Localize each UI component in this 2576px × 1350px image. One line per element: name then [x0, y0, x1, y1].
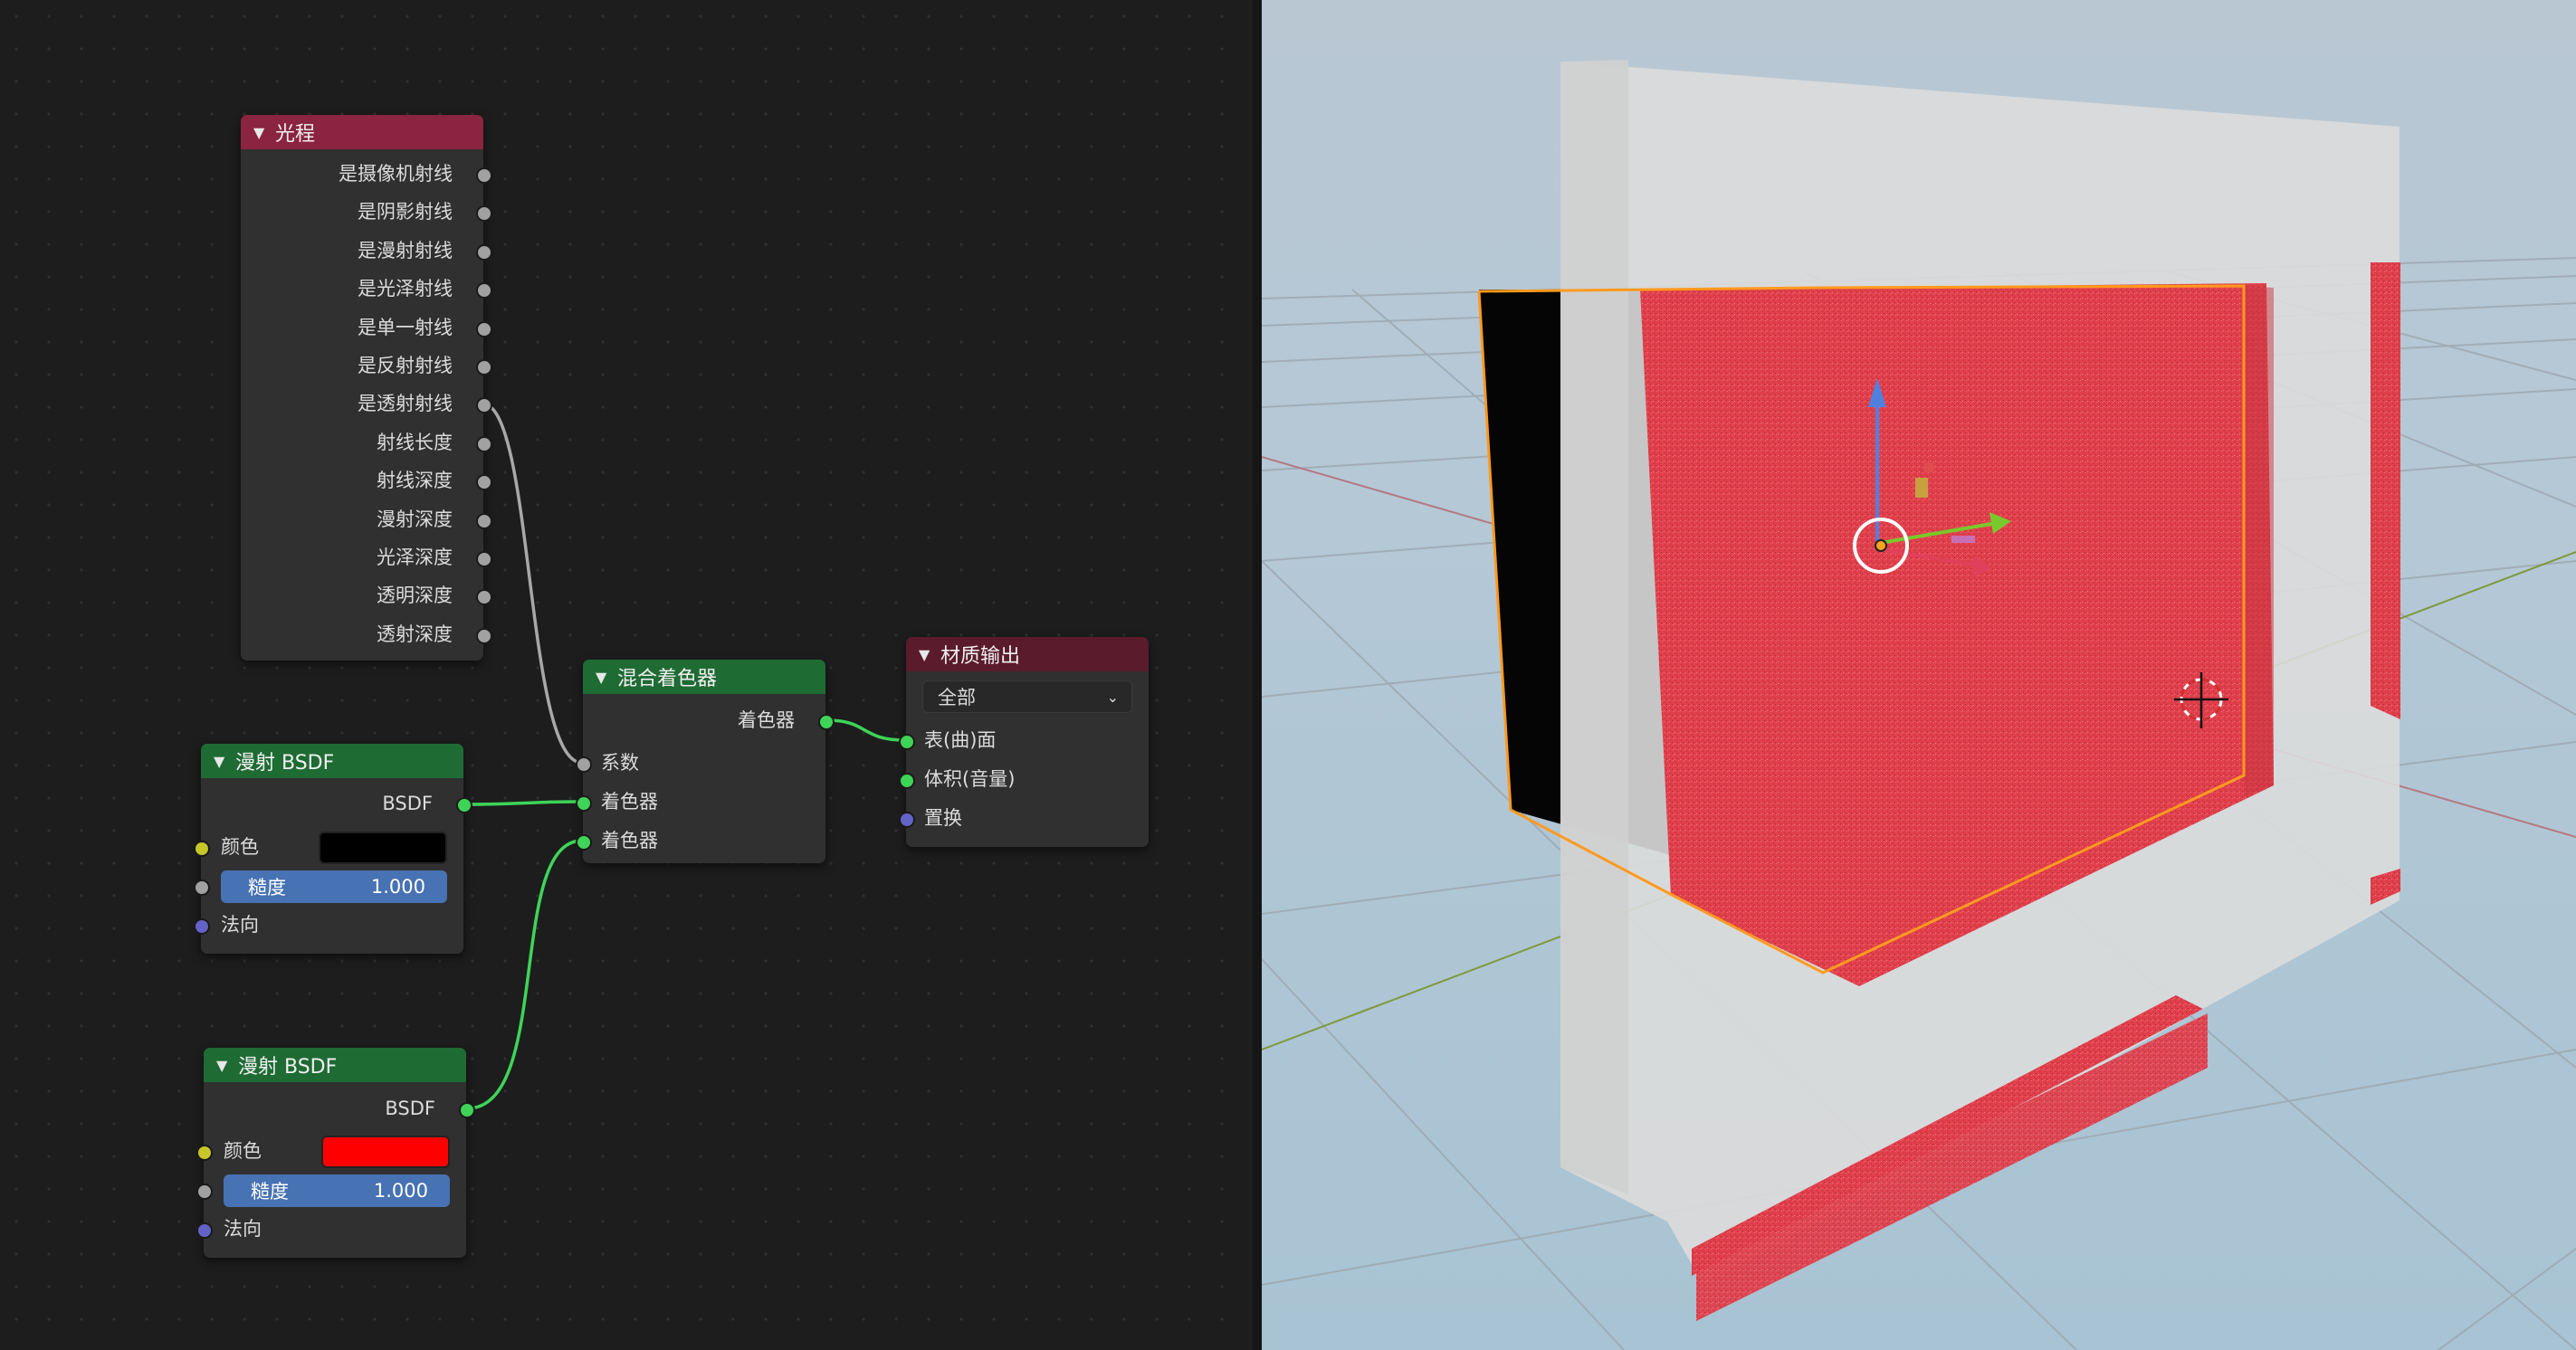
output-bsdf-socket[interactable]: [459, 1102, 475, 1118]
output-is-camera-ray-label: 是摄像机射线: [339, 163, 453, 185]
color-label: 颜色: [221, 836, 259, 858]
output-transmission-depth-socket[interactable]: [476, 627, 492, 644]
output-transparent-depth-label: 透明深度: [377, 585, 453, 607]
chevron-down-icon[interactable]: ▼: [214, 753, 235, 770]
output-is-transmission-ray-label: 是透射射线: [358, 393, 453, 415]
input-surface-label: 表(曲)面: [924, 729, 997, 751]
input-color-socket[interactable]: [196, 1145, 213, 1161]
node-header[interactable]: ▼ 光程: [241, 115, 483, 149]
output-is-diffuse-ray-label: 是漫射射线: [358, 239, 453, 261]
inner-cube-right-edge: [2244, 286, 2274, 796]
output-is-singular-ray-label: 是单一射线: [358, 316, 453, 338]
normal-label: 法向: [224, 1218, 262, 1240]
output-is-diffuse-ray-socket[interactable]: [476, 243, 492, 261]
input-displacement-label: 置换: [924, 807, 962, 829]
area-splitter[interactable]: [1253, 0, 1262, 1350]
color-swatch[interactable]: [321, 1136, 450, 1168]
link-light-path-to-factor[interactable]: [482, 402, 583, 765]
output-is-reflection-ray-socket[interactable]: [476, 359, 492, 376]
output-is-shadow-ray-label: 是阴影射线: [358, 201, 453, 223]
node-editor[interactable]: ▼ 光程 是摄像机射线是阴影射线是漫射射线是光泽射线是单一射线是反射射线是透射射…: [0, 0, 1253, 1350]
chevron-down-icon[interactable]: ▼: [919, 646, 940, 663]
output-glossy-depth-socket[interactable]: [476, 551, 492, 567]
output-is-glossy-ray-label: 是光泽射线: [358, 278, 453, 300]
roughness-label: 糙度: [251, 1181, 289, 1203]
output-transmission-depth-label: 透射深度: [377, 623, 453, 645]
normal-label: 法向: [221, 914, 259, 936]
input-roughness-socket[interactable]: [196, 1184, 213, 1200]
input-shader-label-1: 着色器: [601, 791, 658, 813]
input-normal-socket[interactable]: [196, 1222, 213, 1239]
output-shader-label: 着色器: [738, 709, 795, 731]
color-swatch[interactable]: [319, 832, 447, 864]
node-title: 漫射 BSDF: [235, 752, 335, 775]
node-header[interactable]: ▼ 材质输出: [906, 637, 1149, 671]
input-roughness-socket[interactable]: [194, 879, 210, 896]
output-bsdf-label: BSDF: [382, 793, 433, 814]
diffuse-bsdf-node-2[interactable]: ▼ 漫射 BSDF BSDF 颜色 糙度 1.000 法向: [196, 1048, 475, 1258]
color-label: 颜色: [224, 1140, 262, 1162]
output-glossy-depth-label: 光泽深度: [377, 547, 453, 568]
link-diffuse1-to-shader1[interactable]: [463, 800, 583, 806]
input-color-socket[interactable]: [194, 841, 210, 857]
render-target-value: 全部: [938, 687, 976, 708]
node-title: 材质输出: [940, 645, 1021, 668]
output-diffuse-depth-socket[interactable]: [476, 512, 492, 529]
render-target-dropdown[interactable]: 全部 ⌄: [922, 680, 1132, 713]
output-bsdf-label: BSDF: [385, 1098, 435, 1119]
output-bsdf-socket[interactable]: [456, 797, 472, 813]
output-ray-depth-label: 射线深度: [377, 470, 453, 492]
input-factor-socket[interactable]: [576, 756, 592, 773]
link-mix-to-surface[interactable]: [826, 718, 906, 742]
node-header[interactable]: ▼ 漫射 BSDF: [201, 744, 463, 778]
input-shader-socket-2[interactable]: [576, 834, 592, 851]
diffuse-bsdf-node-1[interactable]: ▼ 漫射 BSDF BSDF 颜色 糙度 1.000 法向: [194, 744, 472, 954]
output-diffuse-depth-label: 漫射深度: [377, 508, 453, 530]
red-sliver-right: [2371, 262, 2400, 719]
chevron-down-icon[interactable]: ▼: [216, 1057, 238, 1074]
mix-shader-node[interactable]: ▼ 混合着色器 着色器 系数 着色器 着色器: [576, 660, 835, 863]
input-factor-label: 系数: [601, 752, 639, 774]
output-ray-length-label: 射线长度: [377, 431, 453, 453]
input-volume-label: 体积(音量): [924, 768, 1016, 790]
node-title: 光程: [275, 123, 316, 146]
input-shader-label-2: 着色器: [601, 830, 658, 851]
input-surface-socket[interactable]: [899, 734, 915, 750]
light-path-node[interactable]: ▼ 光程 是摄像机射线是阴影射线是漫射射线是光泽射线是单一射线是反射射线是透射射…: [241, 115, 492, 661]
node-title: 漫射 BSDF: [238, 1056, 338, 1079]
viewport-scene: [1262, 0, 2576, 1350]
output-shader-socket[interactable]: [818, 714, 835, 730]
outer-box-side: [1560, 60, 1628, 1194]
roughness-label: 糙度: [248, 877, 286, 898]
node-title: 混合着色器: [617, 668, 718, 690]
material-output-node[interactable]: ▼ 材质输出 全部 ⌄ 表(曲)面 体积(音量) 置换: [899, 637, 1149, 847]
chevron-down-icon[interactable]: ▼: [596, 669, 617, 686]
input-shader-socket-1[interactable]: [576, 795, 592, 812]
output-ray-length-socket[interactable]: [476, 435, 492, 452]
chevron-down-icon: ⌄: [1106, 688, 1119, 706]
3d-viewport[interactable]: [1262, 0, 2576, 1350]
link-diffuse2-to-shader2[interactable]: [466, 839, 583, 1110]
chevron-down-icon[interactable]: ▼: [253, 124, 275, 141]
input-volume-socket[interactable]: [899, 773, 915, 789]
roughness-value: 1.000: [373, 1180, 428, 1202]
node-header[interactable]: ▼ 混合着色器: [583, 660, 825, 694]
roughness-value: 1.000: [370, 876, 425, 898]
roughness-slider[interactable]: 糙度 1.000: [221, 870, 447, 903]
input-normal-socket[interactable]: [194, 918, 210, 935]
roughness-slider[interactable]: 糙度 1.000: [224, 1174, 450, 1207]
input-displacement-socket[interactable]: [899, 812, 915, 828]
node-header[interactable]: ▼ 漫射 BSDF: [204, 1048, 466, 1082]
output-is-camera-ray-socket[interactable]: [476, 167, 492, 184]
output-is-reflection-ray-label: 是反射射线: [358, 355, 453, 376]
output-is-singular-ray-socket[interactable]: [476, 320, 492, 338]
